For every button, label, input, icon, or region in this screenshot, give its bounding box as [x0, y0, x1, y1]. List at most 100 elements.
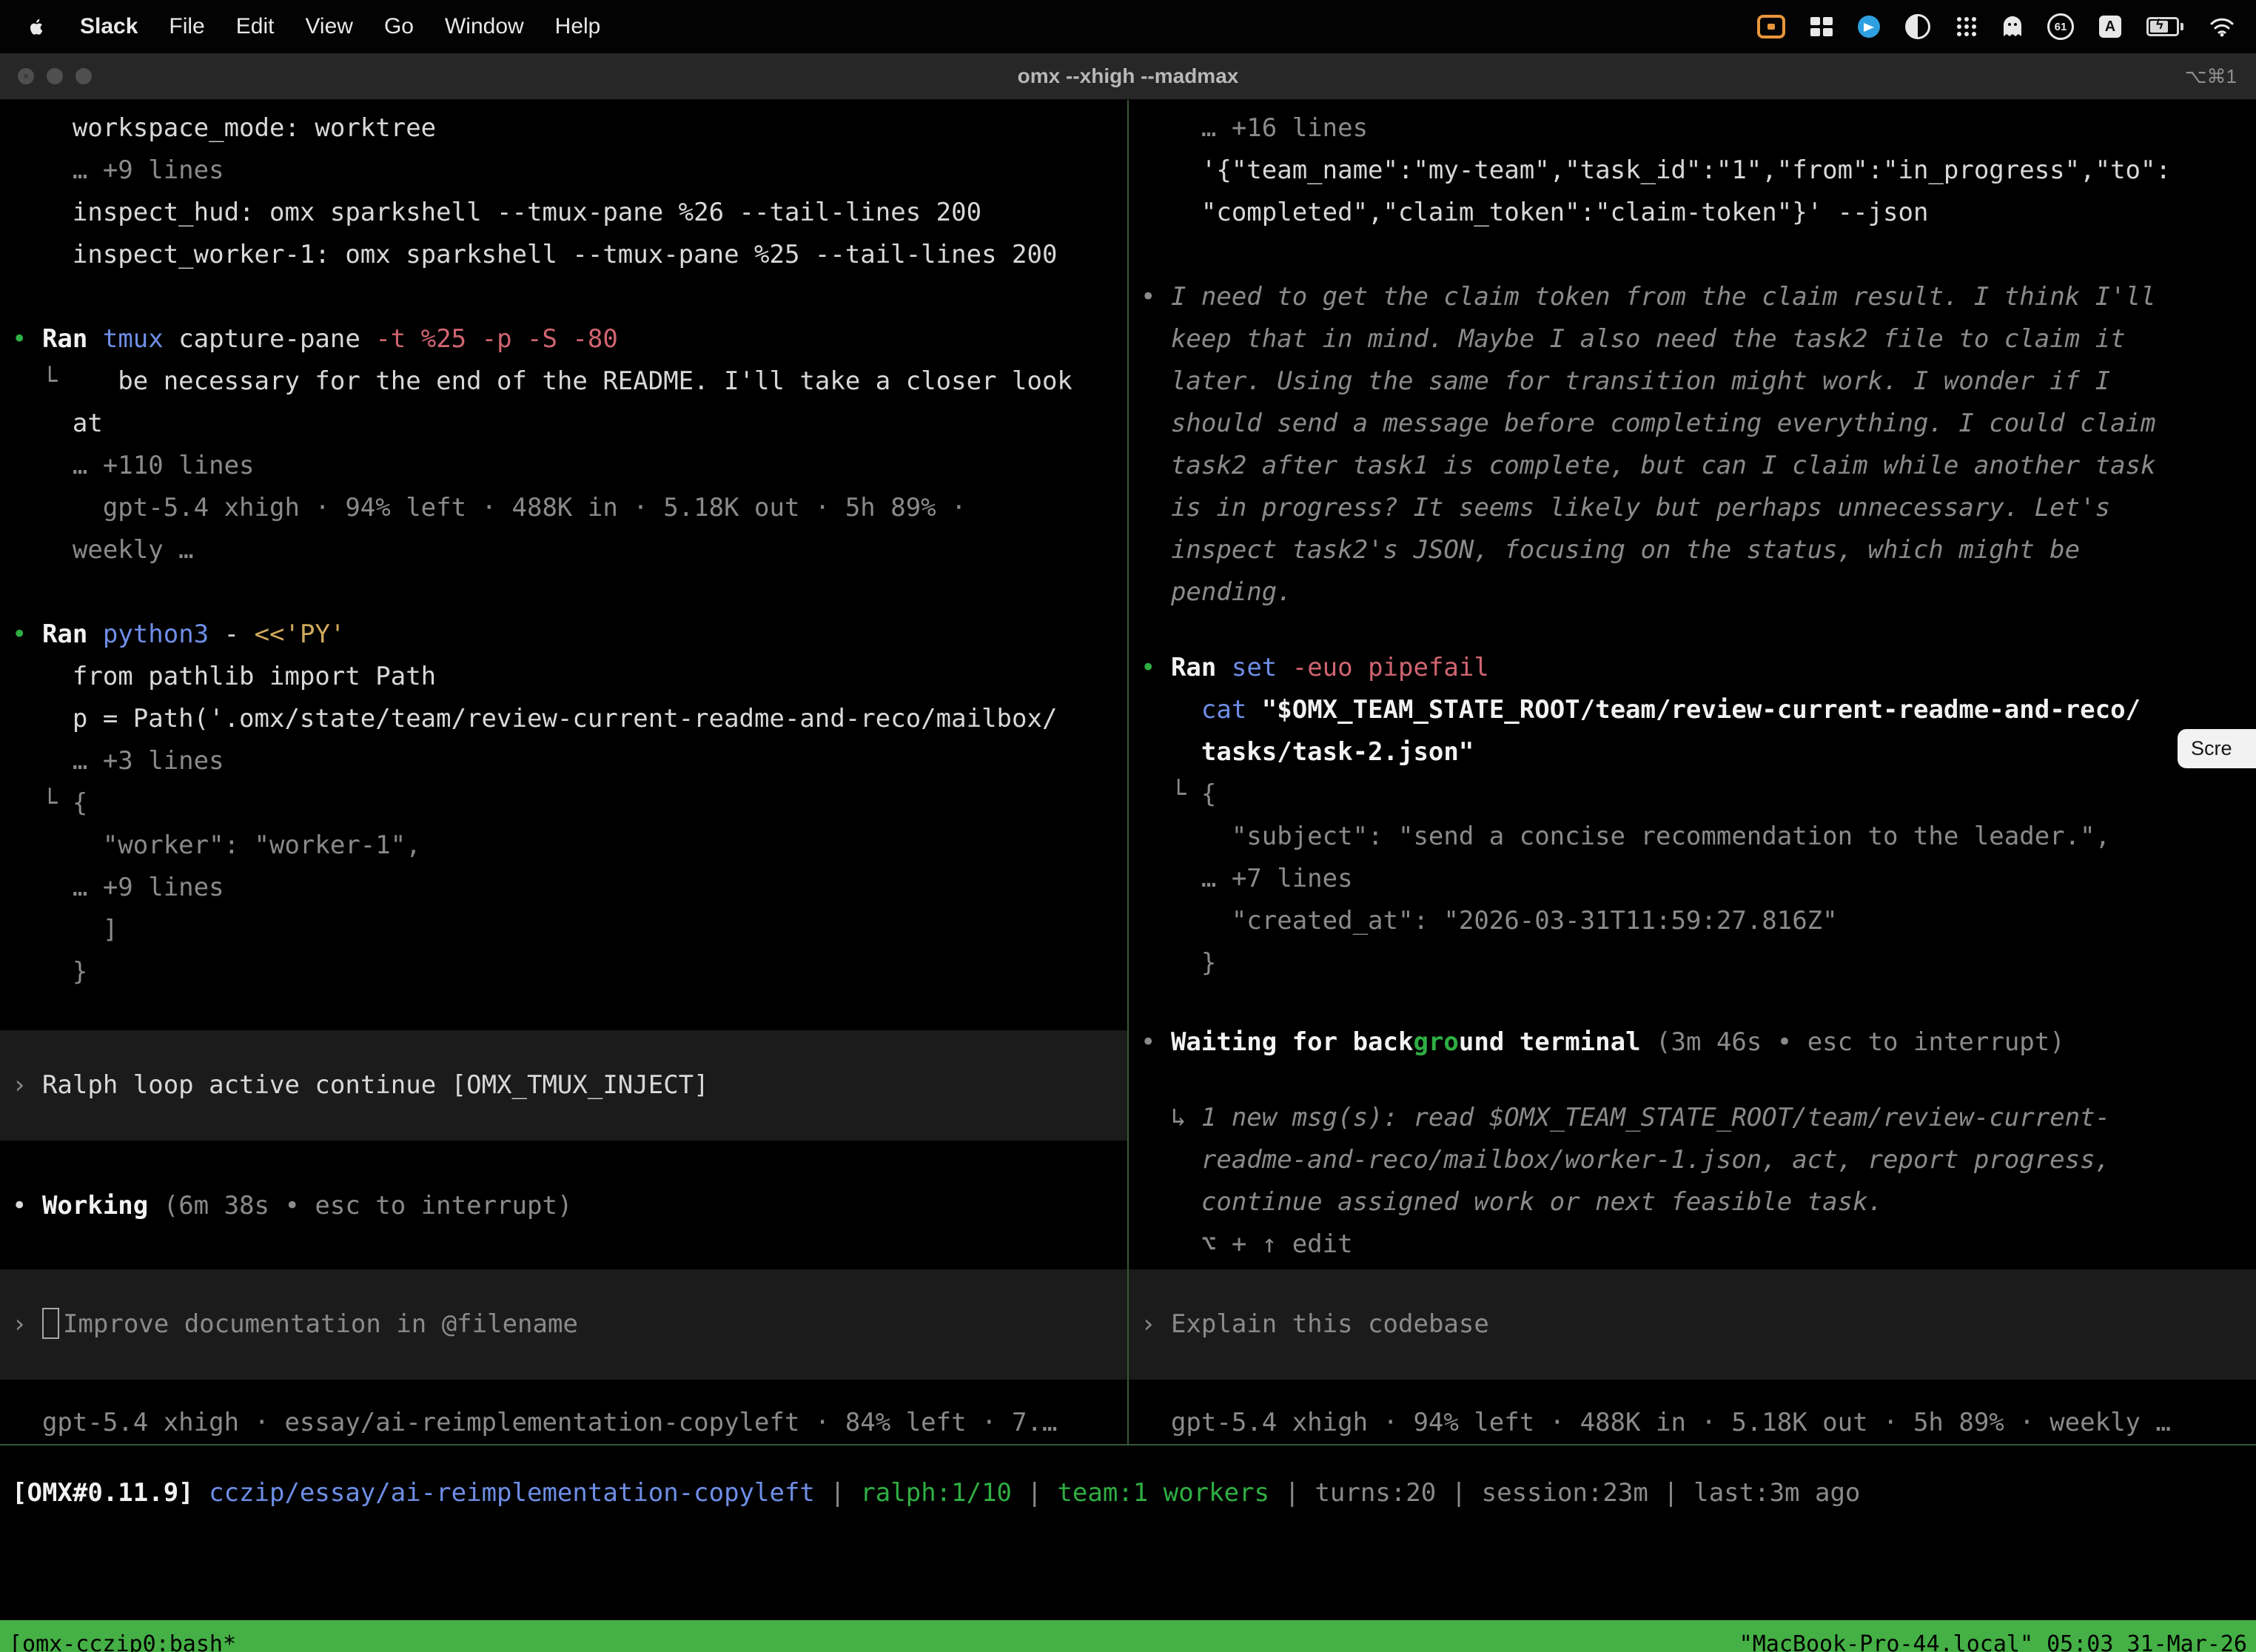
terminal-line: … +3 lines: [0, 740, 1127, 782]
terminal-line: inspect task2's JSON, focusing on the st…: [1129, 529, 2256, 571]
terminal-line: }: [0, 951, 1127, 993]
macos-menubar: Slack File Edit View Go Window Help 61 A: [0, 0, 2256, 53]
terminal-line: cat "$OMX_TEAM_STATE_ROOT/team/review-cu…: [1129, 689, 2256, 731]
menu-file[interactable]: File: [153, 14, 220, 39]
contrast-icon[interactable]: [1905, 14, 1930, 39]
gap: [0, 571, 1127, 614]
terminal-line: ↳ 1 new msg(s): read $OMX_TEAM_STATE_ROO…: [1129, 1097, 2256, 1139]
window-tiling-icon[interactable]: [1810, 17, 1833, 36]
terminal-line: at: [0, 403, 1127, 445]
terminal-line: "completed","claim_token":"claim-token"}…: [1129, 192, 2256, 234]
screenshot-edge-tooltip[interactable]: Scre: [2178, 729, 2256, 768]
composer-input[interactable]: › Improve documentation in @filename: [0, 1269, 1127, 1380]
window-title: omx --xhigh --madmax: [0, 64, 2256, 88]
composer-text: › Explain this codebase: [1129, 1303, 2256, 1346]
gap: [0, 1380, 1127, 1402]
terminal-line: '{"team_name":"my-team","task_id":"1","f…: [1129, 150, 2256, 192]
spacer: [0, 1227, 1127, 1269]
terminal-line: … +9 lines: [0, 150, 1127, 192]
app-menu-slack[interactable]: Slack: [64, 14, 153, 39]
menu-edit[interactable]: Edit: [221, 14, 290, 39]
terminal-line: from pathlib import Path: [0, 656, 1127, 698]
tmux-status-bar: [omx-cczip0:bash* "MacBook-Pro-44.local"…: [0, 1620, 2256, 1652]
apple-logo-icon: [27, 17, 47, 37]
input-source-icon[interactable]: A: [2099, 16, 2121, 38]
gap: [0, 276, 1127, 318]
terminal-line: "worker": "worker-1",: [0, 825, 1127, 867]
terminal-line: • Ran tmux capture-pane -t %25 -p -S -80: [0, 318, 1127, 360]
menubar-status-items: 61 A ϟ: [1757, 13, 2256, 40]
tmux-session-label: [omx-cczip0:bash*: [9, 1631, 236, 1652]
terminal-line: … +9 lines: [0, 867, 1127, 909]
tmux-host-clock: "MacBook-Pro-44.local" 05:03 31-Mar-26: [1739, 1631, 2247, 1652]
terminal-line: • I need to get the claim token from the…: [1129, 276, 2256, 318]
wifi-icon[interactable]: [2209, 16, 2235, 37]
terminal-line: "subject": "send a concise recommendatio…: [1129, 816, 2256, 858]
pane-status-line: gpt-5.4 xhigh · essay/ai-reimplementatio…: [0, 1402, 1127, 1444]
menu-help[interactable]: Help: [540, 14, 617, 39]
terminal-line: └ be necessary for the end of the README…: [0, 360, 1127, 403]
terminal-line: • Ran python3 - <<'PY': [0, 614, 1127, 656]
terminal-line: gpt-5.4 xhigh · 94% left · 488K in · 5.1…: [0, 487, 1127, 529]
terminal-line: pending.: [1129, 571, 2256, 614]
terminal-line: later. Using the same for transition mig…: [1129, 360, 2256, 403]
text-cursor: [42, 1308, 59, 1339]
composer-input[interactable]: › Explain this codebase: [1129, 1269, 2256, 1380]
menubar-menus: Slack File Edit View Go Window Help: [0, 14, 616, 39]
terminal-line: … +110 lines: [0, 445, 1127, 487]
terminal-line: inspect_hud: omx sparkshell --tmux-pane …: [0, 192, 1127, 234]
badge-61-icon[interactable]: 61: [2047, 13, 2074, 40]
ralph-loop-banner[interactable]: › Ralph loop active continue [OMX_TMUX_I…: [0, 1030, 1127, 1141]
pane-status-line: gpt-5.4 xhigh · 94% left · 488K in · 5.1…: [1129, 1402, 2256, 1444]
terminal-line: should send a message before completing …: [1129, 403, 2256, 445]
window-shortcut-hint: ⌥⌘1: [2185, 65, 2237, 88]
terminal-line: inspect_worker-1: omx sparkshell --tmux-…: [0, 234, 1127, 276]
blue-app-icon[interactable]: [1858, 16, 1880, 38]
tmux-pane-left[interactable]: workspace_mode: worktree … +9 lines insp…: [0, 100, 1127, 1444]
terminal-line: ]: [0, 909, 1127, 951]
gap: [0, 1141, 1127, 1185]
terminal-line: "created_at": "2026-03-31T11:59:27.816Z": [1129, 900, 2256, 942]
pane-divider-horizontal[interactable]: [0, 1444, 2256, 1446]
apple-menu[interactable]: [22, 17, 64, 37]
menu-view[interactable]: View: [289, 14, 368, 39]
ghost-icon[interactable]: [2003, 16, 2022, 38]
terminal-line: … +16 lines: [1129, 107, 2256, 150]
gap: [1129, 234, 2256, 276]
screen-recording-indicator-icon[interactable]: [1757, 15, 1785, 38]
terminal-line: └ {: [1129, 773, 2256, 816]
gap: [1129, 1064, 2256, 1097]
terminal-line: readme-and-reco/mailbox/worker-1.json, a…: [1129, 1139, 2256, 1181]
omx-status-line: [OMX#0.11.9] cczip/essay/ai-reimplementa…: [0, 1472, 2256, 1514]
menu-window[interactable]: Window: [429, 14, 540, 39]
terminal-line: └ {: [0, 782, 1127, 825]
menu-go[interactable]: Go: [369, 14, 429, 39]
desktop-screen: Slack File Edit View Go Window Help 61 A: [0, 0, 2256, 1652]
terminal-line: keep that in mind. Maybe I also need the…: [1129, 318, 2256, 360]
terminal-line: is in progress? It seems likely but perh…: [1129, 487, 2256, 529]
dots-grid-icon[interactable]: [1955, 16, 1978, 38]
terminal-line: tasks/task-2.json": [1129, 731, 2256, 773]
terminal-line: • Working (6m 38s • esc to interrupt): [0, 1185, 1127, 1227]
composer-text: › Improve documentation in @filename: [0, 1303, 1127, 1346]
gap: [0, 993, 1127, 1030]
terminal-line: … +7 lines: [1129, 858, 2256, 900]
terminal-line: ⌥ + ↑ edit: [1129, 1223, 2256, 1266]
terminal-line: • Ran set -euo pipefail: [1129, 647, 2256, 689]
terminal-line: • Waiting for background terminal (3m 46…: [1129, 1021, 2256, 1064]
terminal-line: }: [1129, 942, 2256, 984]
tmux-pane-right[interactable]: … +16 lines '{"team_name":"my-team","tas…: [1129, 100, 2256, 1444]
terminal-line: workspace_mode: worktree: [0, 107, 1127, 150]
composer-text: › Ralph loop active continue [OMX_TMUX_I…: [0, 1064, 1127, 1107]
gap: [1129, 984, 2256, 1021]
terminal-line: continue assigned work or next feasible …: [1129, 1181, 2256, 1223]
window-titlebar[interactable]: × omx --xhigh --madmax ⌥⌘1: [0, 53, 2256, 100]
terminal-line: p = Path('.omx/state/team/review-current…: [0, 698, 1127, 740]
gap: [1129, 614, 2256, 647]
gap: [1129, 1380, 2256, 1402]
tmux-panes: workspace_mode: worktree … +9 lines insp…: [0, 100, 2256, 1444]
battery-charging-icon[interactable]: ϟ: [2146, 17, 2183, 36]
omx-hud-pane[interactable]: [OMX#0.11.9] cczip/essay/ai-reimplementa…: [0, 1472, 2256, 1620]
terminal-line: weekly …: [0, 529, 1127, 571]
terminal-line: task2 after task1 is complete, but can I…: [1129, 445, 2256, 487]
